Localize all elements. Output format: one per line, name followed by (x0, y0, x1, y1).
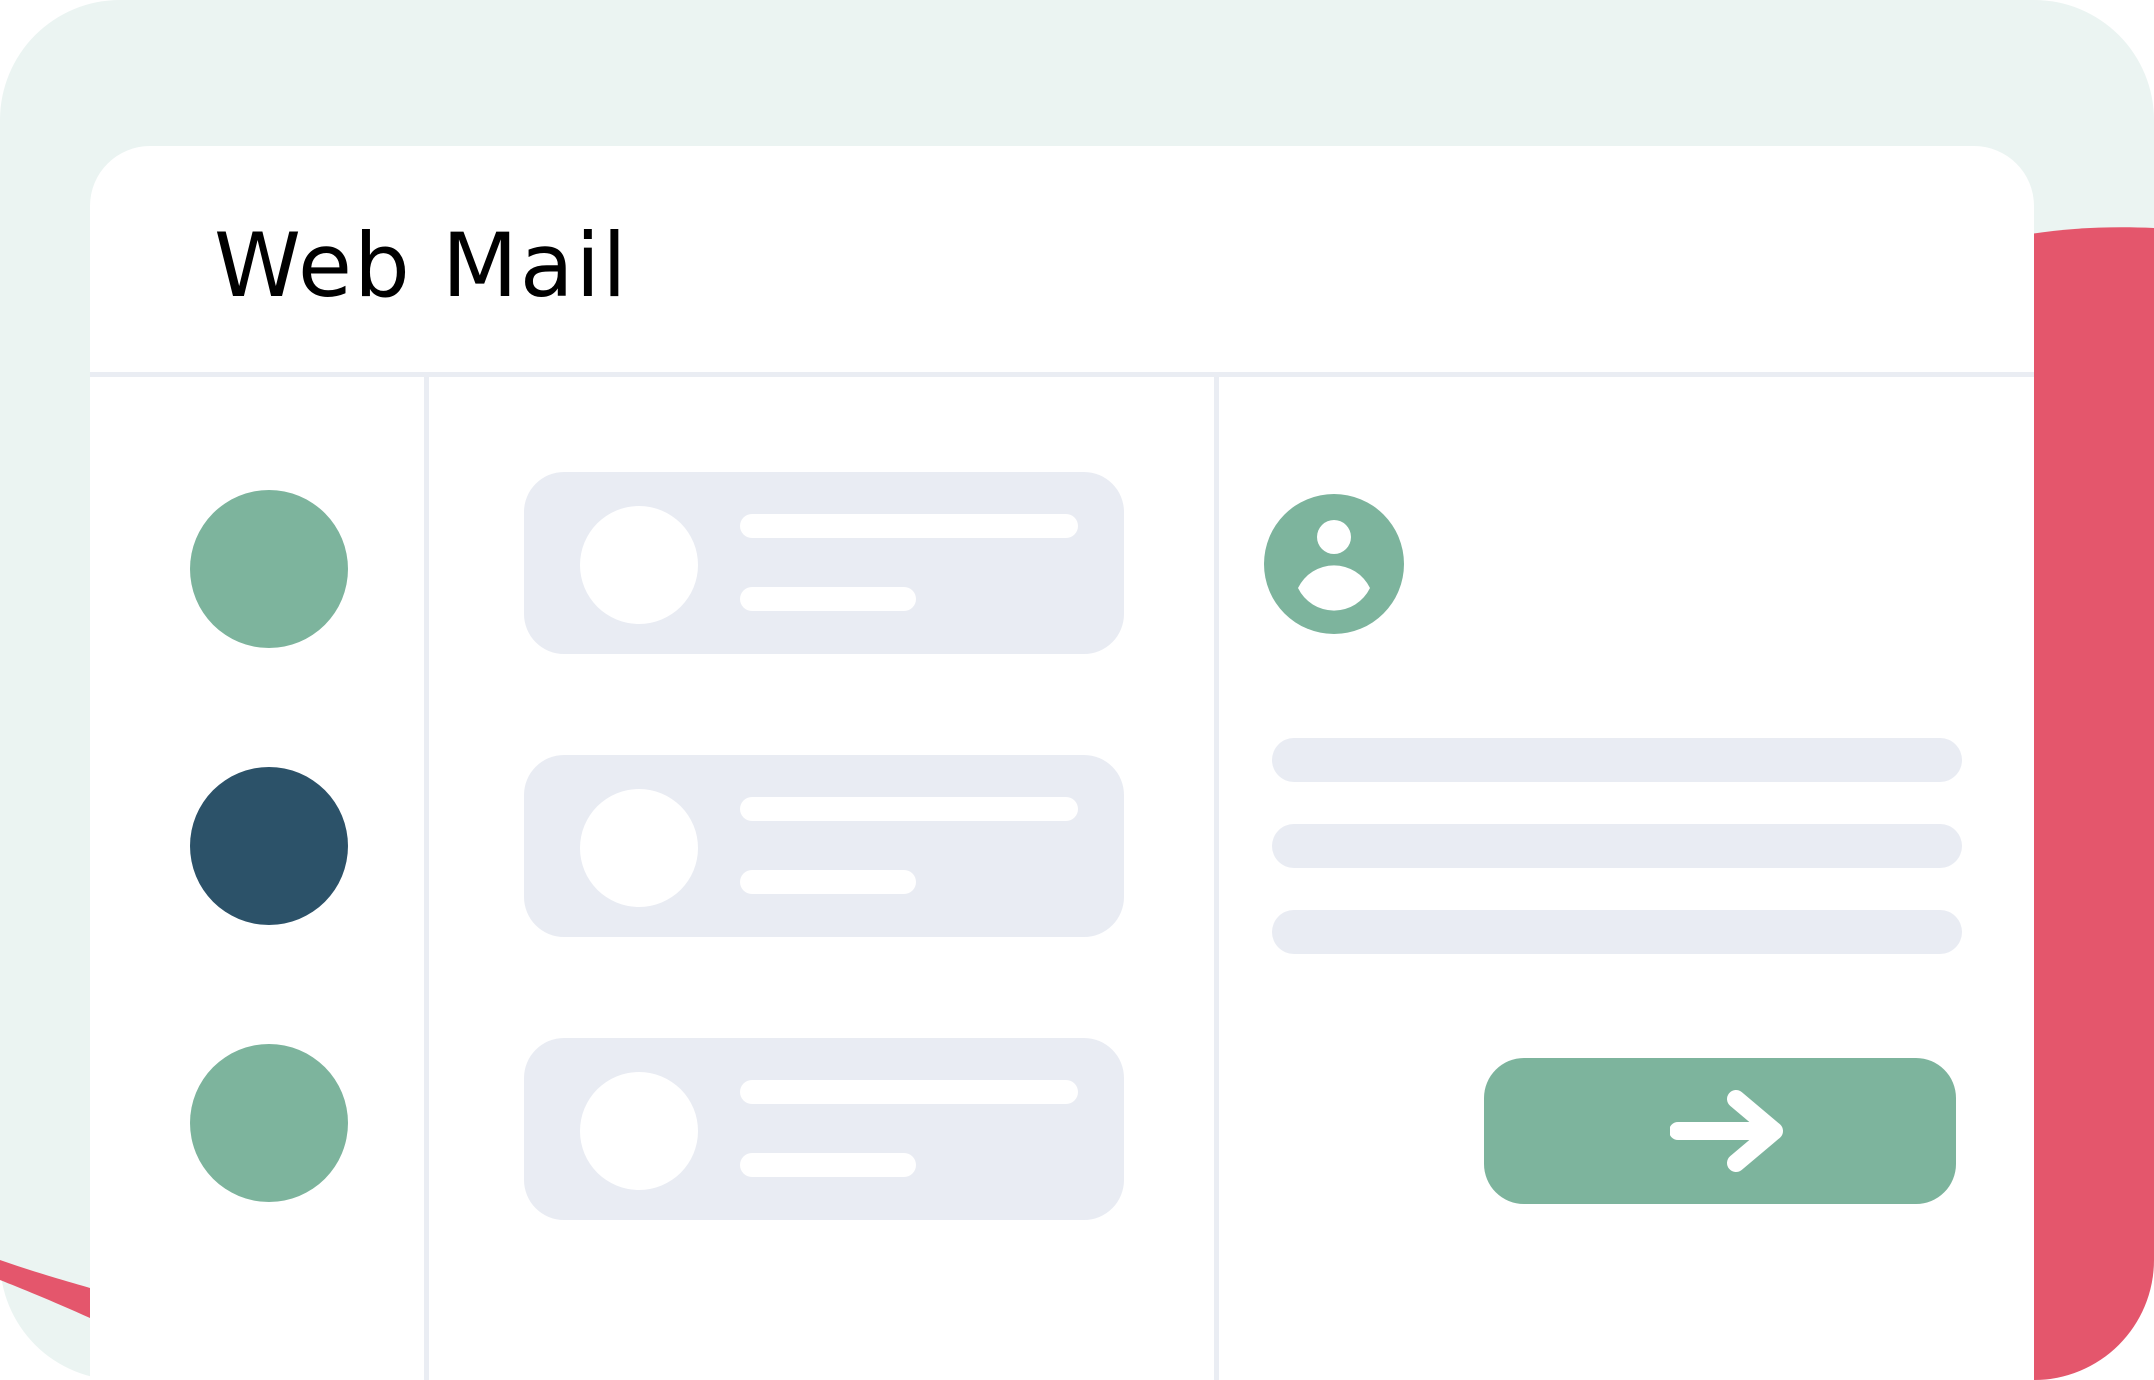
app-title: Web Mail (214, 214, 629, 317)
message-preview-placeholder (740, 587, 916, 611)
message-preview-placeholder (740, 870, 916, 894)
sender-avatar (580, 789, 698, 907)
sender-avatar (580, 1072, 698, 1190)
folder-item-2[interactable] (190, 767, 348, 925)
user-icon (1264, 494, 1404, 634)
header-divider (90, 372, 2034, 377)
message-body-line-1 (1272, 738, 1962, 782)
message-body-line-2 (1272, 824, 1962, 868)
message-body-line-3 (1272, 910, 1962, 954)
message-subject-placeholder (740, 1080, 1078, 1104)
message-list-item-2[interactable] (524, 755, 1124, 937)
sender-avatar (580, 506, 698, 624)
message-list-divider (1214, 377, 1219, 1380)
app-window: Web Mail (90, 146, 2034, 1380)
folder-item-3[interactable] (190, 1044, 348, 1202)
message-subject-placeholder (740, 797, 1078, 821)
folder-item-1[interactable] (190, 490, 348, 648)
arrow-right-icon (1670, 1090, 1783, 1172)
forward-button[interactable] (1484, 1058, 1956, 1204)
webmail-illustration: Web Mail (0, 0, 2154, 1380)
message-list-item-1[interactable] (524, 472, 1124, 654)
message-list-item-3[interactable] (524, 1038, 1124, 1220)
message-preview-placeholder (740, 1153, 916, 1177)
folder-pane-divider (424, 377, 429, 1380)
message-subject-placeholder (740, 514, 1078, 538)
